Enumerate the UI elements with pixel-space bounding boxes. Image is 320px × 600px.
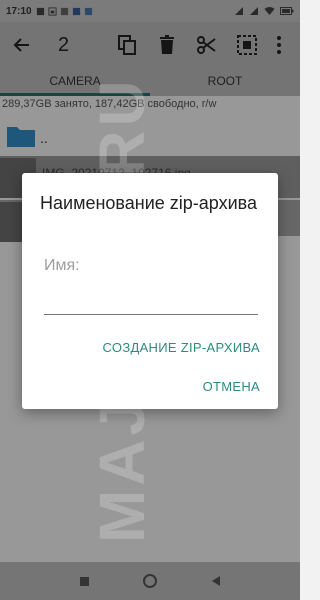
create-zip-button[interactable]: СОЗДАНИЕ ZIP-АРХИВА xyxy=(103,340,261,355)
zip-name-dialog: Наименование zip-архива Имя: СОЗДАНИЕ ZI… xyxy=(22,173,278,409)
dialog-title: Наименование zip-архива xyxy=(40,193,258,213)
screen: 17:10 2 CAMERA ROOT 289,37GB занято, 187… xyxy=(0,0,300,600)
name-field-label: Имя: xyxy=(44,257,80,274)
cancel-button[interactable]: ОТМЕНА xyxy=(203,379,260,394)
zip-name-input[interactable] xyxy=(44,289,258,315)
